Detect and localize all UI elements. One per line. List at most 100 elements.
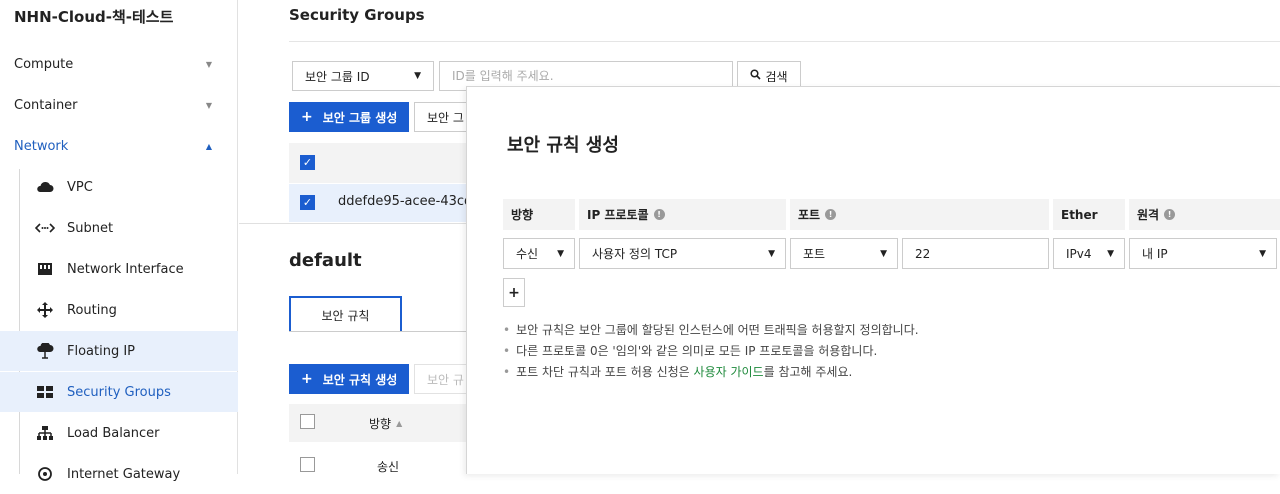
caret-down-icon: ▼	[880, 248, 887, 259]
column-header-direction[interactable]: 방향 ▲	[369, 415, 402, 432]
rule-notes: • 보안 규칙은 보안 그룹에 할당된 인스턴스에 어떤 트래픽을 허용할지 정의…	[503, 320, 919, 383]
sidebar-item-security-groups[interactable]: Security Groups	[0, 372, 238, 412]
plus-icon: +	[301, 371, 313, 387]
caret-down-icon: ▼	[414, 71, 421, 81]
note-line: • 보안 규칙은 보안 그룹에 할당된 인스턴스에 어떤 트래픽을 허용할지 정의…	[503, 320, 919, 341]
port-type-select[interactable]: 포트 ▼	[790, 238, 898, 269]
cloud-icon	[35, 177, 55, 197]
select-value: 내 IP	[1142, 247, 1168, 261]
button-label: 보안 규칙 생성	[322, 372, 398, 387]
sidebar-item-load-balancer[interactable]: Load Balancer	[0, 413, 238, 453]
create-security-rule-button[interactable]: + 보안 규칙 생성	[289, 364, 410, 394]
sidebar-item-label: Internet Gateway	[67, 466, 181, 482]
button-label: 보안 그	[427, 110, 464, 125]
sidebar-item-floating-ip[interactable]: Floating IP	[0, 331, 238, 371]
caret-down-icon: ▼	[557, 248, 564, 259]
sidebar-item-network-interface[interactable]: Network Interface	[0, 249, 238, 289]
sort-icon: ▲	[396, 419, 403, 428]
info-icon[interactable]: !	[825, 209, 837, 220]
search-type-value: 보안 그룹 ID	[305, 69, 370, 84]
note-text: 보안 규칙은 보안 그룹에 할당된 인스턴스에 어떤 트래픽을 허용할지 정의합…	[516, 323, 919, 337]
sidebar-item-routing[interactable]: Routing	[0, 290, 238, 330]
nav-category-compute[interactable]: Compute ▼	[0, 44, 238, 84]
org-title: NHN-Cloud-책-테스트	[14, 8, 174, 26]
sidebar-item-label: Load Balancer	[67, 425, 160, 441]
create-security-group-button[interactable]: + 보안 그룹 생성	[289, 102, 410, 132]
column-label: 방향	[369, 417, 392, 431]
ether-select[interactable]: IPv4 ▼	[1053, 238, 1125, 269]
row-checkbox[interactable]: ✓	[300, 195, 315, 210]
chevron-down-icon: ▼	[205, 59, 212, 69]
caret-down-icon: ▼	[768, 248, 775, 259]
direction-select[interactable]: 수신 ▼	[503, 238, 575, 269]
header-remote: 원격 !	[1129, 199, 1280, 230]
nav-category-network[interactable]: Network ▲	[0, 126, 238, 166]
select-value: 수신	[516, 247, 539, 261]
nav-category-container[interactable]: Container ▼	[0, 85, 238, 125]
note-text: 를 참고해 주세요.	[763, 365, 853, 379]
nav-category-label: Network	[14, 138, 69, 154]
load-balancer-icon	[35, 423, 55, 443]
security-groups-icon	[35, 382, 55, 402]
caret-down-icon: ▼	[1107, 248, 1114, 259]
port-input[interactable]	[902, 238, 1049, 269]
protocol-select[interactable]: 사용자 정의 TCP ▼	[579, 238, 786, 269]
info-icon[interactable]: !	[1164, 209, 1176, 220]
tab-security-rules[interactable]: 보안 규칙	[289, 296, 402, 332]
tab-underline	[289, 331, 469, 332]
rule-row-checkbox[interactable]	[300, 457, 315, 472]
header-label: 방향	[511, 208, 534, 222]
remote-select[interactable]: 내 IP ▼	[1129, 238, 1277, 269]
delete-security-group-button[interactable]: 보안 그	[414, 102, 474, 132]
add-rule-row-button[interactable]: +	[503, 278, 525, 307]
divider	[289, 41, 1280, 42]
sidebar-item-subnet[interactable]: Subnet	[0, 208, 238, 248]
sidebar-item-internet-gateway[interactable]: Internet Gateway	[0, 454, 238, 494]
section-title: default	[289, 250, 362, 271]
routing-icon	[35, 300, 55, 320]
bullet-icon: •	[503, 344, 511, 358]
header-port: 포트 !	[790, 199, 1049, 230]
note-text: 다른 프로토콜 0은 '임의'와 같은 의미로 모든 IP 프로토콜을 허용합니…	[516, 344, 878, 358]
select-all-checkbox[interactable]: ✓	[300, 155, 315, 170]
divider	[239, 223, 469, 224]
info-icon[interactable]: !	[653, 209, 665, 220]
note-line: • 다른 프로토콜 0은 '임의'와 같은 의미로 모든 IP 프로토콜을 허용합…	[503, 341, 919, 362]
select-all-rules-checkbox[interactable]	[300, 414, 315, 429]
search-type-select[interactable]: 보안 그룹 ID ▼	[292, 61, 434, 91]
search-button-label: 검색	[765, 69, 788, 84]
select-value: 포트	[803, 247, 826, 261]
header-direction: 방향	[503, 199, 575, 230]
header-label: IP 프로토콜	[587, 208, 649, 222]
header-ip-protocol: IP 프로토콜 !	[579, 199, 786, 230]
search-icon	[750, 69, 762, 83]
select-value: 사용자 정의 TCP	[592, 247, 678, 261]
chevron-up-icon: ▲	[205, 141, 212, 151]
user-guide-link[interactable]: 사용자 가이드	[694, 365, 764, 379]
subnet-icon	[35, 218, 55, 238]
sidebar: NHN-Cloud-책-테스트 Compute ▼ Container ▼ Ne…	[0, 0, 238, 482]
rule-direction-cell: 송신	[377, 460, 400, 474]
sidebar-item-label: VPC	[67, 179, 93, 195]
nav-category-label: Compute	[14, 56, 74, 72]
sidebar-item-label: Floating IP	[67, 343, 136, 359]
sidebar-item-label: Subnet	[67, 220, 114, 236]
security-group-id: ddefde95-acee-43cd-a	[338, 194, 485, 209]
bullet-icon: •	[503, 365, 511, 379]
network-interface-icon	[35, 259, 55, 279]
modal-title: 보안 규칙 생성	[507, 135, 619, 156]
sidebar-item-vpc[interactable]: VPC	[0, 167, 238, 207]
delete-security-rule-button[interactable]: 보안 규	[414, 364, 474, 394]
select-value: IPv4	[1066, 246, 1092, 261]
floating-ip-icon	[35, 341, 55, 361]
caret-down-icon: ▼	[1259, 248, 1266, 259]
button-label: 보안 규	[427, 372, 464, 387]
chevron-down-icon: ▼	[205, 100, 212, 110]
header-label: 포트	[798, 208, 821, 222]
bullet-icon: •	[503, 323, 511, 337]
header-label: Ether	[1061, 207, 1098, 222]
page-title: Security Groups	[289, 6, 425, 24]
plus-icon: +	[301, 109, 313, 125]
header-label: 원격	[1137, 208, 1160, 222]
header-ether: Ether	[1053, 199, 1125, 230]
